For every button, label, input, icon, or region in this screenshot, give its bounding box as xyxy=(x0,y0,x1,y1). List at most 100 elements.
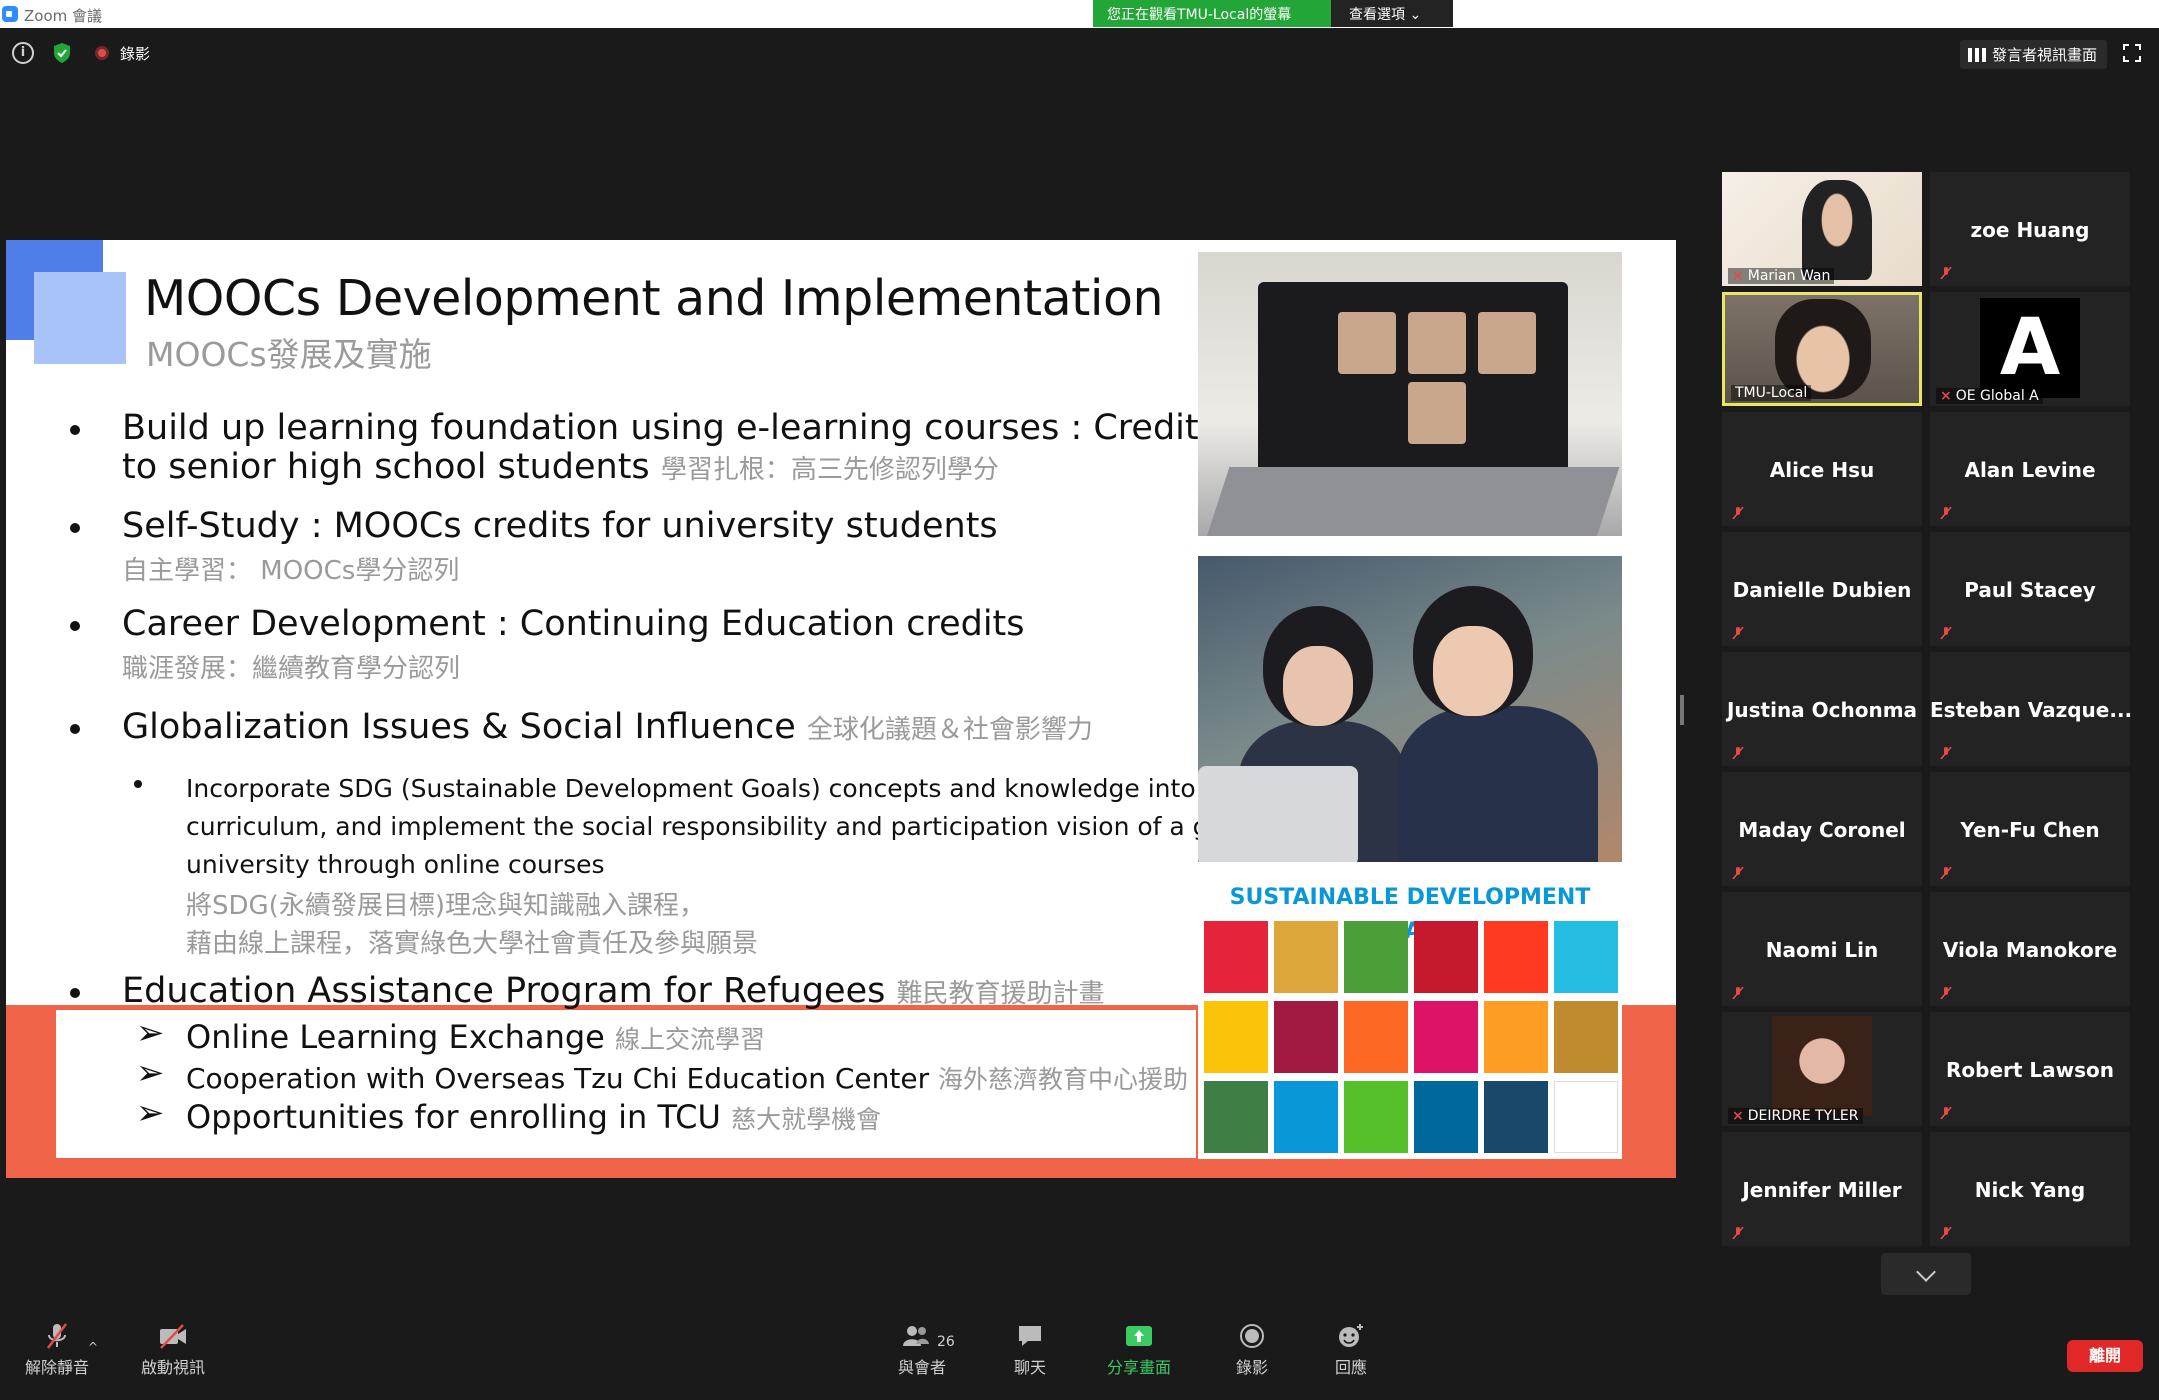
participant-tile[interactable]: Justina Ochonma xyxy=(1722,652,1922,766)
muted-mic-icon xyxy=(1732,626,1744,640)
arrow-item-1: Online Learning Exchange 線上交流學習 xyxy=(186,1018,765,1056)
bullet-4-text: Globalization Issues & Social Influence xyxy=(122,707,796,747)
participant-tile[interactable]: Danielle Dubien xyxy=(1722,532,1922,646)
muted-mic-icon xyxy=(1940,266,1952,280)
bullet-3: Career Development : Continuing Educatio… xyxy=(122,604,1025,644)
participant-name: Esteban Vazque... xyxy=(1930,698,2133,722)
start-video-label: 啟動視訊 xyxy=(140,1358,205,1377)
record-button[interactable]: 錄影 xyxy=(1232,1314,1272,1378)
sub-bullet-line1: Incorporate SDG (Sustainable Development… xyxy=(186,774,1245,803)
participant-tile[interactable]: ⨯ DEIRDRE TYLER xyxy=(1722,1012,1922,1126)
participant-name: DEIRDRE TYLER xyxy=(1747,1108,1859,1124)
participant-tile[interactable]: Nick Yang xyxy=(1930,1132,2130,1246)
participant-tile[interactable]: Viola Manokore xyxy=(1930,892,2130,1006)
chat-button[interactable]: 聊天 xyxy=(1005,1314,1055,1378)
arrow-item-3: Opportunities for enrolling in TCU 慈大就學機… xyxy=(186,1098,881,1136)
start-video-button[interactable]: 啟動視訊 xyxy=(138,1314,208,1378)
arrow-item-3-text: Opportunities for enrolling in TCU xyxy=(186,1098,721,1136)
unmute-button[interactable]: 解除靜音 xyxy=(22,1314,92,1378)
view-options-button[interactable]: 查看選項 ⌄ xyxy=(1331,0,1453,27)
participant-video: A xyxy=(1980,298,2080,398)
muted-mic-icon: ⨯ xyxy=(1940,388,1952,404)
participants-count: 26 xyxy=(937,1334,955,1350)
participant-name: TMU-Local xyxy=(1735,385,1808,401)
encryption-shield-icon[interactable] xyxy=(52,42,72,64)
muted-mic-icon xyxy=(1732,866,1744,880)
participant-tile[interactable]: Alice Hsu xyxy=(1722,412,1922,526)
participants-label: 與會者 xyxy=(897,1358,946,1377)
sdg-goal-tile xyxy=(1484,921,1548,993)
participant-name: Marian Wan xyxy=(1747,268,1831,284)
share-screen-label: 分享畫面 xyxy=(1106,1358,1171,1377)
window-title: Zoom 會議 xyxy=(24,7,103,25)
leave-meeting-button[interactable]: 離開 xyxy=(2067,1340,2143,1372)
bullet-1-line2: to senior high school students 學習扎根：高三先修… xyxy=(122,447,999,490)
sdg-goal-tile xyxy=(1344,921,1408,993)
bullet-2: Self-Study : MOOCs credits for universit… xyxy=(122,506,998,546)
audio-options-caret-icon[interactable]: ^ xyxy=(88,1340,98,1354)
muted-mic-icon xyxy=(47,1323,67,1349)
reactions-button[interactable]: 回應 xyxy=(1331,1314,1371,1378)
muted-mic-icon: ⨯ xyxy=(1732,268,1744,284)
bullet-1-zh: 學習扎根：高三先修認列學分 xyxy=(660,455,999,485)
participant-tile[interactable]: ⨯ Marian Wan xyxy=(1722,172,1922,286)
muted-mic-icon xyxy=(1732,986,1744,1000)
bullet-dot xyxy=(70,724,80,734)
muted-mic-icon xyxy=(1940,506,1952,520)
speaker-view-button[interactable]: 發言者視訊畫面 xyxy=(1959,40,2107,69)
arrow-item-2-text: Cooperation with Overseas Tzu Chi Educat… xyxy=(186,1062,930,1095)
participant-tile[interactable]: A ⨯ OE Global A xyxy=(1930,292,2130,406)
sdg-goal-tile xyxy=(1484,1081,1548,1153)
participant-tile[interactable]: Naomi Lin xyxy=(1722,892,1922,1006)
participant-tile[interactable]: Paul Stacey xyxy=(1930,532,2130,646)
video-face xyxy=(1408,382,1466,444)
sdg-goal-tile xyxy=(1484,1001,1548,1073)
participant-tile[interactable]: Alan Levine xyxy=(1930,412,2130,526)
participant-name: zoe Huang xyxy=(1970,218,2090,242)
arrow-item-1-text: Online Learning Exchange xyxy=(186,1018,605,1056)
sdg-goal-tile xyxy=(1554,921,1618,993)
video-face xyxy=(1478,312,1536,374)
participant-tile[interactable]: Yen-Fu Chen xyxy=(1930,772,2130,886)
participant-name-label: ⨯ Marian Wan xyxy=(1728,268,1835,284)
participant-name: Danielle Dubien xyxy=(1732,578,1912,602)
laptop-keyboard xyxy=(1206,467,1620,536)
arrow-bullet-icon: ➢ xyxy=(136,1013,165,1053)
participant-tile[interactable]: TMU-Local xyxy=(1722,292,1922,406)
bullet-dot xyxy=(70,425,80,435)
participant-name: Naomi Lin xyxy=(1765,938,1879,962)
meeting-info-icon[interactable]: i xyxy=(12,42,34,64)
grid-icon xyxy=(1967,47,1986,62)
video-face xyxy=(1408,312,1466,374)
participant-name: Justina Ochonma xyxy=(1726,698,1918,722)
sub-bullet-line3: university through online courses xyxy=(186,850,605,879)
sub-bullet-zh2: 藉由線上課程，落實綠色大學社會責任及參與願景 xyxy=(186,929,759,959)
sub-bullet-dot xyxy=(134,780,142,788)
bullet-5-text: Education Assistance Program for Refugee… xyxy=(122,971,886,1011)
sdg-goal-tile xyxy=(1204,921,1268,993)
share-screen-button[interactable]: 分享畫面 xyxy=(1104,1314,1174,1378)
sdg-goal-tile xyxy=(1274,1081,1338,1153)
arrow-bullet-icon: ➢ xyxy=(136,1093,165,1133)
bullet-4-zh: 全球化議題＆社會影響力 xyxy=(806,715,1093,745)
fullscreen-icon[interactable] xyxy=(2123,44,2141,62)
sdg-goal-tile xyxy=(1204,1081,1268,1153)
muted-mic-icon xyxy=(1732,746,1744,760)
participant-tile[interactable]: Maday Coronel xyxy=(1722,772,1922,886)
participant-tile[interactable]: Jennifer Miller xyxy=(1722,1132,1922,1246)
sdg-goals-graphic: SUSTAINABLE DEVELOPMENT GOALS xyxy=(1198,881,1622,1159)
muted-mic-icon xyxy=(1732,1226,1744,1240)
sdg-goal-tile xyxy=(1554,1081,1618,1153)
laptop-screen xyxy=(1258,282,1568,472)
chat-icon xyxy=(1019,1326,1041,1346)
sub-bullet-line2: curriculum, and implement the social res… xyxy=(186,812,1265,841)
participant-tile[interactable]: Esteban Vazque... xyxy=(1930,652,2133,766)
sdg-header: SUSTAINABLE DEVELOPMENT GOALS xyxy=(1229,885,1591,944)
gallery-scroll-down-button[interactable] xyxy=(1881,1253,1971,1295)
participant-name: Jennifer Miller xyxy=(1742,1178,1902,1202)
participant-tile[interactable]: zoe Huang xyxy=(1930,172,2130,286)
participant-name: Maday Coronel xyxy=(1738,818,1906,842)
participant-tile[interactable]: Robert Lawson xyxy=(1930,1012,2130,1126)
chat-label: 聊天 xyxy=(1013,1358,1046,1377)
panel-splitter-handle[interactable] xyxy=(1680,695,1684,725)
